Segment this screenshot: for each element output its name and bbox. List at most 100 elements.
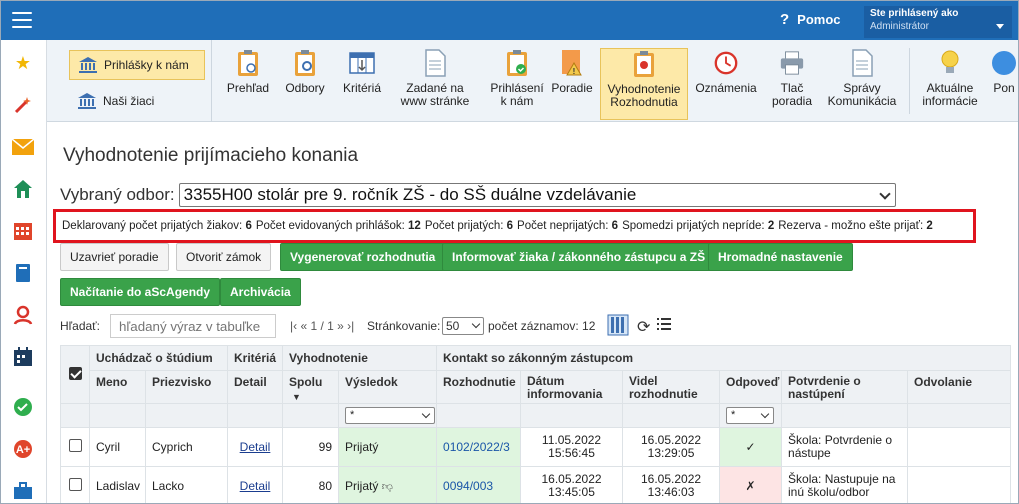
archive-button[interactable]: Archivácia: [220, 278, 301, 306]
message-document-icon: [849, 48, 875, 78]
help-button[interactable]: ? Pomoc: [780, 11, 841, 28]
book-icon[interactable]: [11, 262, 35, 284]
select-all-checkbox[interactable]: [68, 366, 82, 380]
cell-result: Prijatý: [337, 427, 438, 467]
menu-icon[interactable]: [12, 12, 32, 28]
toolbar-fields[interactable]: Odbory: [279, 48, 331, 120]
col-header-appeal[interactable]: Odvolanie: [907, 370, 1012, 404]
info-time: 15:56:45: [548, 446, 595, 460]
row-checkbox[interactable]: [68, 439, 82, 452]
chevron-down-icon: [471, 319, 481, 329]
magic-wand-icon[interactable]: [11, 94, 35, 116]
toolbar-current-info[interactable]: Aktuálne informácie: [915, 48, 985, 120]
col-header-name[interactable]: Meno: [89, 370, 146, 404]
info-time: 13:45:05: [548, 485, 595, 499]
question-circle-icon: [991, 48, 1017, 78]
toolbar-help-truncated[interactable]: Pon: [989, 48, 1019, 120]
briefcase-icon[interactable]: [11, 480, 35, 502]
table-row[interactable]: Cyril Cyprich Detail 99 Prijatý 0102/202…: [60, 427, 1012, 467]
detail-link[interactable]: Detail: [240, 479, 271, 493]
toolbar-label-2: k nám: [500, 94, 534, 108]
alert-circle-icon[interactable]: A+: [11, 438, 35, 460]
cell-decision: 0102/2022/3: [436, 427, 522, 467]
group-header: Kontakt so zákonným zástupcom: [436, 345, 1012, 371]
filter-cell: [145, 403, 228, 428]
filter-cell: [282, 403, 339, 428]
toolbar-web-submitted[interactable]: Zadané na www stránke: [395, 48, 475, 120]
search-input[interactable]: [110, 314, 276, 338]
col-header-surname[interactable]: Priezvisko: [145, 370, 228, 404]
thumbs-down-icon: 👎︎: [381, 481, 393, 493]
toolbar-criteria[interactable]: Kritériá: [333, 48, 391, 120]
open-lock-button[interactable]: Otvoriť zámok: [176, 243, 272, 271]
row-select-cell: [60, 466, 90, 504]
calendar-grid-icon[interactable]: [11, 220, 35, 242]
field-selector-row: Vybraný odbor: 3355H00 stolár pre 9. roč…: [60, 183, 896, 207]
toolbar-label: Odbory: [285, 81, 325, 95]
inform-student-button[interactable]: Informovať žiaka / zákonného zástupcu a …: [442, 243, 716, 271]
tab-applications-to-us[interactable]: Prihlášky k nám: [69, 50, 205, 80]
list-icon[interactable]: [657, 317, 671, 334]
detail-link[interactable]: Detail: [240, 440, 271, 454]
cell-decision: 0094/003: [436, 466, 522, 504]
select-all-cell: [60, 345, 90, 404]
cell-name: Cyril: [89, 427, 146, 467]
load-to-ascagenda-button[interactable]: Načítanie do aScAgendy: [60, 278, 221, 306]
check-icon: ✓: [745, 440, 756, 454]
toolbar-label: Pon: [993, 81, 1015, 95]
bank-icon: [78, 93, 96, 109]
cell-appeal: [907, 427, 1012, 467]
stat-value: 2: [926, 220, 933, 232]
toolbar-messages[interactable]: Správy Komunikácia: [822, 48, 902, 120]
toolbar-registered[interactable]: Prihlásení k nám: [487, 48, 547, 120]
cell-info-date: 11.05.2022 15:56:45: [520, 427, 624, 467]
col-header-detail[interactable]: Detail: [227, 370, 283, 404]
star-icon[interactable]: ★: [11, 52, 35, 74]
table-row[interactable]: Ladislav Lacko Detail 80 Prijatý 👎︎ 0094…: [60, 466, 1012, 504]
generate-decisions-button[interactable]: Vygenerovať rozhodnutia: [280, 243, 446, 271]
decision-link[interactable]: 0094/003: [443, 479, 493, 493]
col-header-enrollment[interactable]: Potvrdenie o nastúpení: [781, 370, 909, 404]
home-icon[interactable]: [11, 178, 35, 200]
col-header-answer[interactable]: Odpoveď: [719, 370, 783, 404]
toolbar-label: Oznámenia: [695, 81, 757, 95]
group-header: Vyhodnotenie: [281, 345, 438, 371]
tab-our-students[interactable]: Naši žiaci: [69, 86, 205, 116]
close-order-button[interactable]: Uzavrieť poradie: [60, 243, 169, 271]
chevron-down-icon: [421, 409, 431, 419]
col-header-result[interactable]: Výsledok: [337, 370, 438, 404]
toolbar-overview[interactable]: Prehľad: [217, 48, 279, 120]
col-header-seen-decision[interactable]: Videl rozhodnutie: [622, 370, 721, 404]
mail-icon[interactable]: [11, 136, 35, 158]
toolbar-notices[interactable]: Oznámenia: [691, 48, 761, 120]
toolbar-evaluation[interactable]: Vyhodnotenie Rozhodnutia: [600, 48, 688, 120]
bulk-settings-button[interactable]: Hromadné nastavenie: [708, 243, 853, 271]
decision-link[interactable]: 0102/2022/3: [443, 440, 510, 454]
question-icon: ?: [780, 11, 790, 28]
result-filter-select[interactable]: *: [345, 407, 435, 424]
toolbar-order[interactable]: ! Poradie: [547, 48, 597, 120]
col-header-decision[interactable]: Rozhodnutie: [436, 370, 522, 404]
column-layout-icon[interactable]: [607, 314, 629, 339]
user-role: Administrátor: [870, 21, 929, 32]
result-filter-value: *: [350, 409, 355, 421]
cell-answer: ✗: [719, 466, 783, 504]
chevron-down-icon: [879, 188, 891, 200]
answer-filter-select[interactable]: *: [726, 407, 775, 424]
refresh-icon[interactable]: ⟳: [637, 317, 650, 337]
user-menu[interactable]: Ste prihlásený ako Administrátor: [864, 6, 1012, 38]
toolbar-label-2: poradia: [771, 94, 813, 108]
pagination-controls[interactable]: |‹ « 1 / 1 » ›|: [290, 319, 354, 333]
schedule-icon[interactable]: [11, 346, 35, 368]
row-checkbox[interactable]: [68, 478, 82, 491]
filter-cell: [227, 403, 283, 428]
col-header-info-date[interactable]: Dátum informovania: [520, 370, 624, 404]
toolbar-label-2: informácie: [922, 94, 978, 108]
user-icon[interactable]: [11, 304, 35, 326]
toolbar-print-order[interactable]: Tlač poradia: [767, 48, 817, 120]
cell-seen-decision: 16.05.2022 13:29:05: [622, 427, 721, 467]
check-circle-icon[interactable]: [11, 396, 35, 418]
col-header-total[interactable]: Spolu ▼: [282, 370, 339, 404]
field-select[interactable]: 3355H00 stolár pre 9. ročník ZŠ - do SŠ …: [178, 183, 896, 207]
page-size-select[interactable]: 50: [442, 317, 484, 335]
